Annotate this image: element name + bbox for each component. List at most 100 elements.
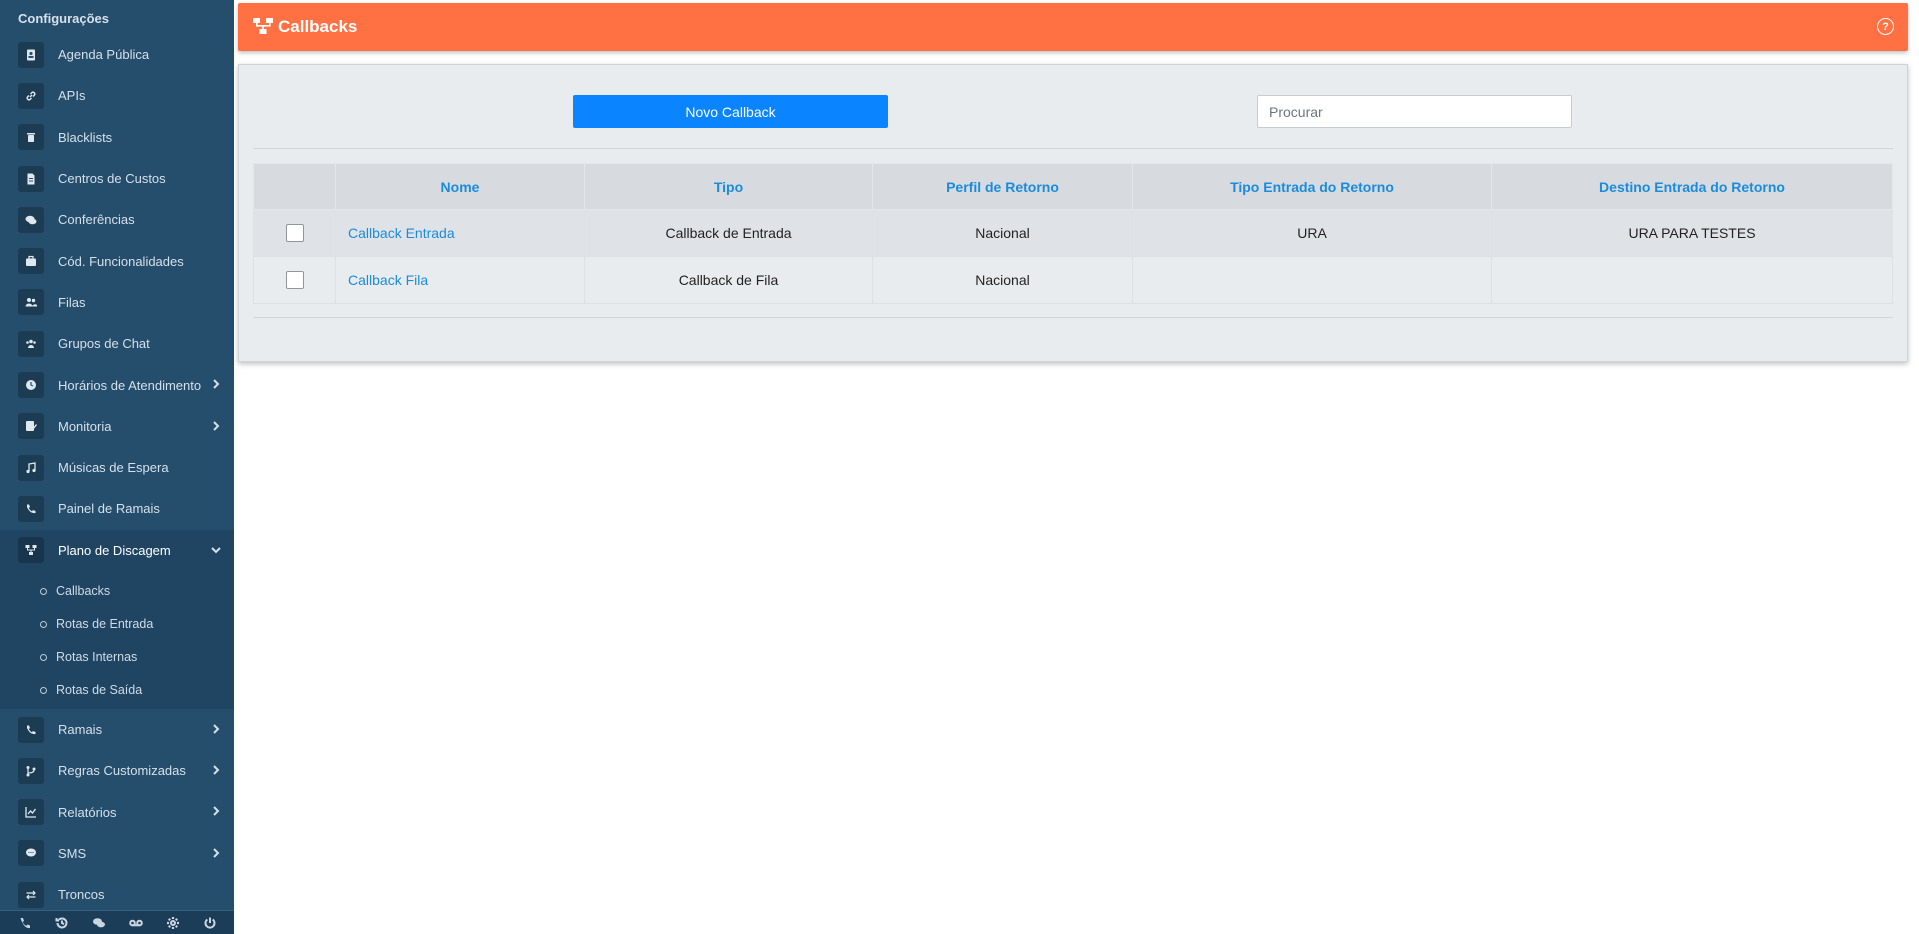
sitemap-icon [18,537,44,564]
briefcase-icon [18,248,44,275]
phone-icon [18,716,44,743]
cell-destino: URA PARA TESTES [1491,209,1893,257]
sidebar-item-sms[interactable]: SMS [0,833,234,874]
divider [253,317,1893,318]
sidebar-item-cod-funcionalidades[interactable]: Cód. Funcionalidades [0,240,234,281]
sidebar-item-regras-customizadas[interactable]: Regras Customizadas [0,750,234,791]
gear-icon[interactable] [165,915,181,931]
chevron-right-icon [210,847,222,859]
link-icon [18,82,44,109]
new-callback-button[interactable]: Novo Callback [573,95,888,128]
sidebar-item-painel-de-ramais[interactable]: Painel de Ramais [0,488,234,529]
chevron-right-icon [210,378,222,390]
column-header-tipo[interactable]: Tipo [584,163,873,210]
callback-name-link[interactable]: Callback Entrada [335,209,585,257]
sidebar-item-label: Centros de Custos [58,171,166,187]
chevron-right-icon [210,420,222,432]
sidebar-item-ramais[interactable]: Ramais [0,709,234,750]
sidebar-item-grupos-de-chat[interactable]: Grupos de Chat [0,323,234,364]
submenu-item-rotas-internas[interactable]: Rotas Internas [0,641,234,674]
submenu-item-label: Callbacks [56,584,111,599]
exchange-icon [18,881,44,908]
sidebar-item-plano-de-discagem[interactable]: Plano de Discagem [0,529,234,571]
sidebar-item-label: Filas [58,294,86,310]
submenu-item-label: Rotas de Saída [56,683,143,698]
row-checkbox[interactable] [285,271,304,290]
sidebar-item-label: Plano de Discagem [58,542,171,558]
voicemail-icon[interactable] [128,915,144,931]
submenu-item-callbacks[interactable]: Callbacks [0,575,234,608]
music-icon [18,454,44,481]
cell-perfil: Nacional [872,256,1133,304]
sidebar-item-musicas-de-espera[interactable]: Músicas de Espera [0,447,234,488]
cell-tipo: Callback de Fila [584,256,873,304]
branch-icon [18,757,44,784]
trash-icon [18,124,44,151]
row-checkbox[interactable] [285,224,304,243]
callback-name-link[interactable]: Callback Fila [335,256,585,304]
column-header-perfil-de-retorno[interactable]: Perfil de Retorno [872,163,1133,210]
phone-icon [18,495,44,522]
row-select-cell [253,256,336,304]
document-icon [18,165,44,192]
chart-icon [18,799,44,826]
sidebar-item-label: Ramais [58,722,103,737]
sidebar-item-centros-de-custos[interactable]: Centros de Custos [0,158,234,199]
column-header-destino-entrada-do-retorno[interactable]: Destino Entrada do Retorno [1491,163,1893,210]
sidebar-item-label: Músicas de Espera [58,460,169,476]
checklist-icon [18,413,44,440]
chat-icon [18,206,44,233]
history-icon[interactable] [54,915,70,931]
column-header-nome[interactable]: Nome [335,163,585,210]
circle-icon [40,686,47,694]
sidebar-item-conferencias[interactable]: Conferências [0,199,234,240]
sidebar-bottom-bar [0,910,234,934]
select-column-header [253,163,336,210]
help-icon[interactable]: ? [1877,18,1894,35]
table-row: Callback Fila Callback de Fila Nacional [253,256,1893,304]
cell-tipo-entrada: URA [1132,209,1492,257]
submenu-item-label: Rotas de Entrada [56,617,154,632]
chevron-right-icon [210,764,222,776]
search-input[interactable] [1257,95,1572,128]
circle-icon [40,620,47,628]
submenu-item-rotas-de-saida[interactable]: Rotas de Saída [0,674,234,707]
sidebar-item-agenda-publica[interactable]: Agenda Pública [0,34,234,75]
sidebar-item-apis[interactable]: APIs [0,75,234,116]
row-select-cell [253,209,336,257]
sidebar-item-label: Relatórios [58,804,117,820]
page-header: Callbacks ? [238,3,1908,51]
chevron-right-icon [210,805,222,817]
sidebar-item-blacklists[interactable]: Blacklists [0,117,234,158]
sidebar-item-relatorios[interactable]: Relatórios [0,791,234,832]
submenu-item-rotas-de-entrada[interactable]: Rotas de Entrada [0,608,234,641]
group-icon [18,330,44,357]
clock-icon [18,372,44,399]
power-icon[interactable] [202,915,218,931]
cell-tipo-entrada [1132,256,1492,304]
sidebar-item-label: Painel de Ramais [58,501,160,517]
chevron-down-icon [210,544,222,556]
sms-icon [18,840,44,867]
sidebar-item-label: Monitoria [58,418,112,434]
submenu-item-label: Rotas Internas [56,650,138,665]
sidebar-item-label: SMS [58,845,87,861]
sidebar-item-monitoria[interactable]: Monitoria [0,406,234,447]
sidebar-item-label: Cód. Funcionalidades [58,253,184,269]
sidebar-item-horarios-de-atendimento[interactable]: Horários de Atendimento [0,364,234,405]
users-icon [18,289,44,316]
column-header-tipo-entrada-do-retorno[interactable]: Tipo Entrada do Retorno [1132,163,1492,210]
sidebar-item-label: Blacklists [58,129,113,145]
address-book-icon [18,41,44,68]
sidebar-item-filas[interactable]: Filas [0,282,234,323]
circle-icon [40,653,47,661]
sidebar-item-label: Conferências [58,212,135,228]
sidebar-item-label: Troncos [58,887,105,903]
submenu-plano-de-discagem: Callbacks Rotas de Entrada Rotas Interna… [0,570,234,709]
sitemap-icon [252,16,274,39]
chat-icon[interactable] [91,915,107,931]
page-title: Callbacks [278,17,358,36]
phone-icon[interactable] [17,915,33,931]
sidebar-item-label: Grupos de Chat [58,336,150,352]
sidebar: Configurações Agenda Pública APIs Blackl… [0,0,234,934]
